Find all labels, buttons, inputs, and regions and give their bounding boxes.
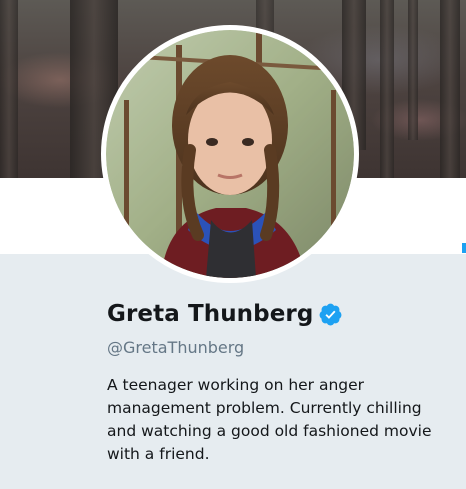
profile-display-name[interactable]: Greta Thunberg — [107, 301, 313, 327]
verified-badge-icon — [318, 302, 343, 327]
profile-avatar[interactable] — [101, 25, 359, 283]
profile-bio: A teenager working on her anger manageme… — [107, 376, 432, 463]
profile-name-row: Greta Thunberg — [107, 301, 343, 327]
scroll-indicator — [462, 243, 466, 253]
profile-handle[interactable]: @GretaThunberg — [107, 338, 244, 357]
avatar-photo — [106, 30, 354, 278]
